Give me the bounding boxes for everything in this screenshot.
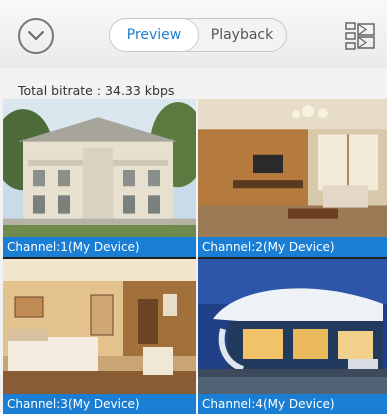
channel-tile-3[interactable]: Channel:3(My Device) [3,259,196,414]
channel-3-video [3,259,196,396]
channel-tile-4[interactable]: Channel:4(My Device) [198,259,387,414]
chevron-down-icon [28,31,44,40]
tab-playback[interactable]: Playback [198,19,286,51]
channel-1-video [3,99,196,241]
channel-2-label: Channel:2(My Device) [198,237,387,257]
channel-2-video [198,99,387,241]
total-bitrate: Total bitrate : 34.33 kbps [18,83,175,98]
top-bar: Preview Playback [0,0,387,68]
layout-list-icon [345,22,375,50]
channel-4-video [198,259,387,396]
channel-tile-1[interactable]: Channel:1(My Device) [3,99,196,259]
channel-3-label: Channel:3(My Device) [3,394,196,414]
tab-preview[interactable]: Preview [110,19,199,51]
channel-1-label: Channel:1(My Device) [3,237,196,257]
collapse-button[interactable] [18,18,54,54]
view-mode-switch: Preview Playback [109,18,287,52]
channel-4-label: Channel:4(My Device) [198,394,387,414]
channel-tile-2[interactable]: Channel:2(My Device) [198,99,387,259]
channel-grid: Channel:1(My Device) Channel:2(My Device… [3,99,387,414]
layout-button[interactable] [345,22,375,50]
